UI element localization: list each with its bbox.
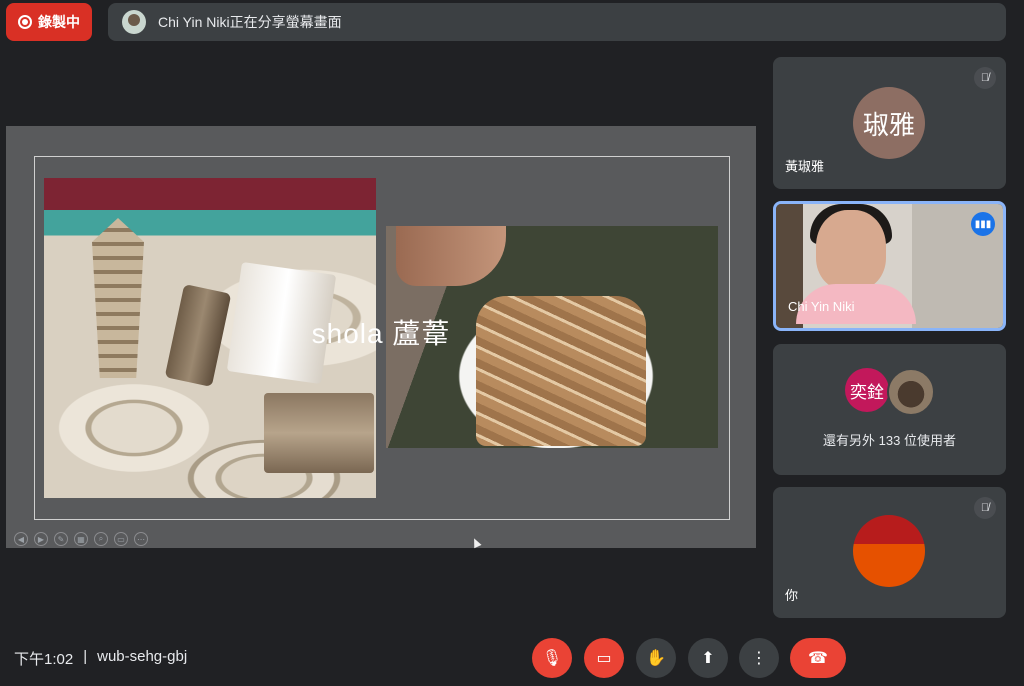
others-avatars: 奕銓 (845, 368, 935, 416)
next-slide-icon[interactable]: ▶ (34, 532, 48, 546)
person-face (816, 210, 886, 290)
zoom-icon[interactable]: ⌕ (94, 532, 108, 546)
separator: | (83, 648, 88, 665)
presenter-avatar (122, 10, 146, 34)
presentation-stage: shola 蘆葦 ◀ ▶ ✎ ▦ ⌕ ▭ ⋯ (6, 126, 756, 548)
clock-time: 下午1:02 (14, 651, 74, 668)
bottom-toolbar: 下午1:02 | wub-sehg-gbj 🎙 ▭ ✋ ⬆ ⋮ ☎ (0, 630, 1024, 686)
phone-hangup-icon: ☎ (808, 650, 828, 667)
hand-icon: ✋ (646, 650, 666, 667)
others-count: 還有另外 133 位使用者 (823, 433, 956, 448)
leave-call-button[interactable]: ☎ (790, 638, 846, 678)
microphone-toggle-button[interactable]: 🎙 (532, 638, 572, 678)
share-banner-text: Chi Yin Niki正在分享螢幕畫面 (158, 14, 342, 30)
dog-avatar (887, 368, 935, 416)
participant-tile[interactable]: 🎙̸ 琡雅 黃琡雅 (773, 57, 1006, 189)
camera-off-icon: ▭ (596, 650, 612, 667)
screen-share-banner: Chi Yin Niki正在分享螢幕畫面 (108, 3, 1006, 41)
slide-controls: ◀ ▶ ✎ ▦ ⌕ ▭ ⋯ (14, 532, 148, 546)
self-avatar (853, 515, 925, 587)
more-options-button[interactable]: ⋮ (739, 638, 779, 678)
raise-hand-button[interactable]: ✋ (636, 638, 676, 678)
prev-slide-icon[interactable]: ◀ (14, 532, 28, 546)
present-screen-button[interactable]: ⬆ (688, 638, 728, 678)
avatar: 奕銓 (845, 368, 889, 412)
shola-cone (92, 218, 144, 378)
recording-label: 錄製中 (38, 14, 80, 30)
meeting-code: wub-sehg-gbj (97, 648, 188, 665)
others-tile[interactable]: 奕銓 還有另外 133 位使用者 (773, 344, 1006, 475)
participant-video-tile[interactable]: ▮▮▮ Chi Yin Niki (773, 201, 1006, 331)
meeting-info: 下午1:02 | wub-sehg-gbj (14, 648, 187, 669)
present-icon: ⬆ (701, 650, 715, 667)
mic-off-icon: 🎙 (541, 650, 563, 667)
slide-title: shola 蘆葦 (311, 318, 451, 349)
top-bar: 錄製中 Chi Yin Niki正在分享螢幕畫面 (0, 0, 1024, 44)
hand (396, 226, 506, 286)
avatar: 琡雅 (853, 87, 925, 159)
self-name: 你 (785, 588, 799, 603)
shola-stick (264, 393, 374, 473)
self-tile[interactable]: 🎙̸ 你 (773, 487, 1006, 618)
more-icon[interactable]: ⋯ (134, 532, 148, 546)
participant-name: 黃琡雅 (785, 159, 825, 174)
mic-off-icon: 🎙̸ (974, 67, 996, 89)
mic-off-icon: 🎙̸ (974, 497, 996, 519)
participant-name: Chi Yin Niki (788, 299, 855, 314)
recording-badge[interactable]: 錄製中 (6, 3, 92, 41)
camera-toggle-button[interactable]: ▭ (584, 638, 624, 678)
subtitle-icon[interactable]: ▭ (114, 532, 128, 546)
slides-grid-icon[interactable]: ▦ (74, 532, 88, 546)
speaking-indicator-icon: ▮▮▮ (971, 212, 995, 236)
record-icon (18, 15, 32, 29)
more-vert-icon: ⋮ (751, 650, 767, 667)
pen-icon[interactable]: ✎ (54, 532, 68, 546)
